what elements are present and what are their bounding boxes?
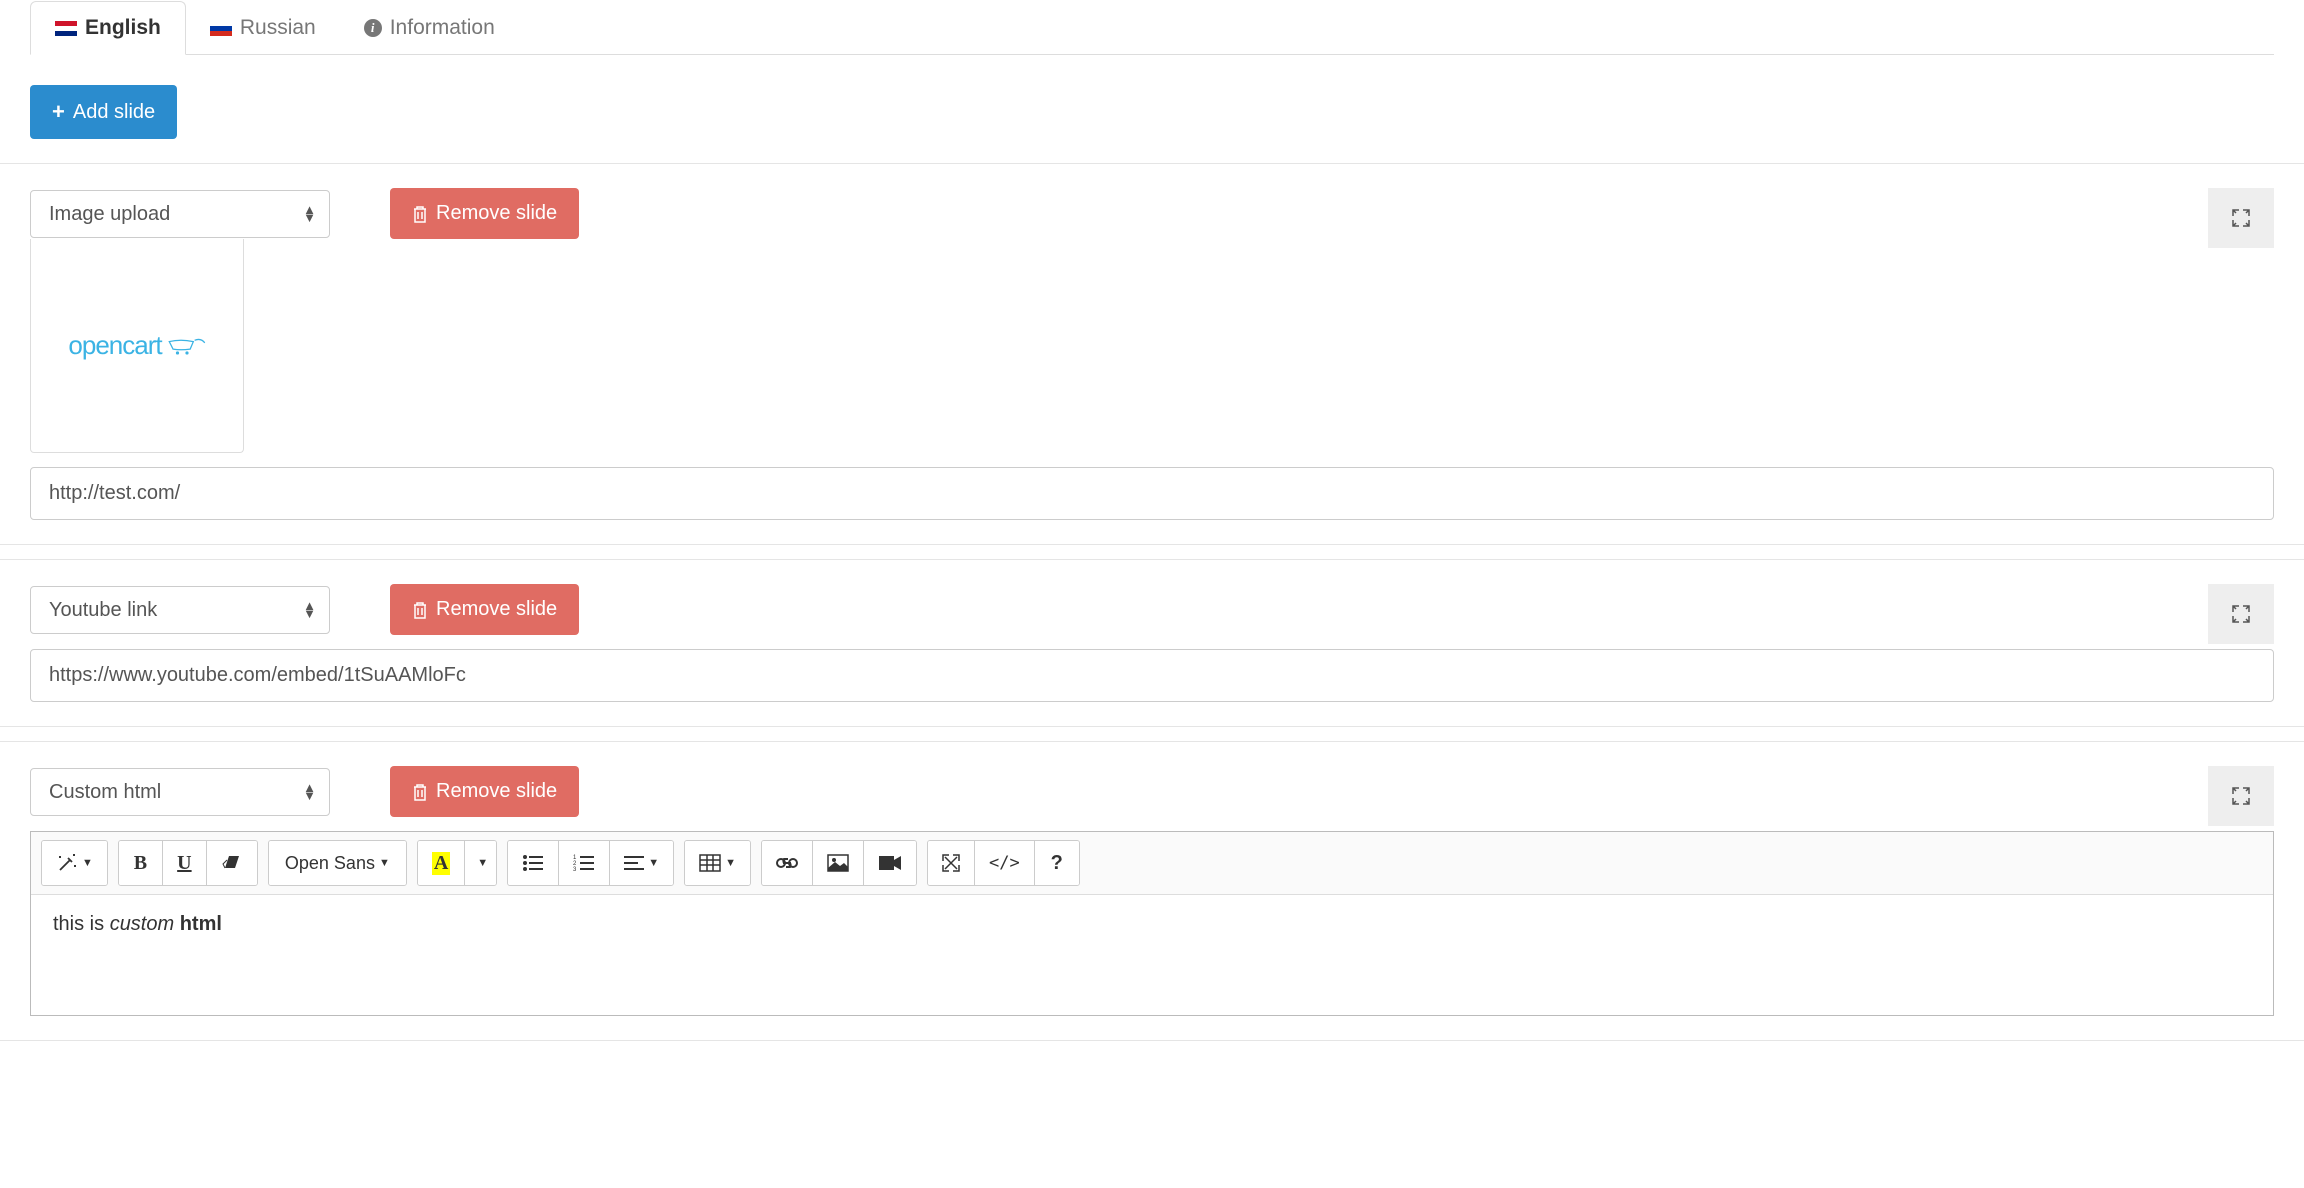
expand-slide-button[interactable] [2208,188,2274,248]
flag-ru-icon [210,21,232,36]
trash-icon [412,601,428,619]
slide-panel-3: Custom html ▲▼ Remove slide ▼ [0,741,2304,1041]
slide-panel-2: Youtube link ▲▼ Remove slide [0,559,2304,727]
slide-type-select-wrap: Custom html ▲▼ [30,768,330,816]
wand-icon [56,852,78,874]
tab-russian-label: Russian [240,16,316,40]
opencart-logo: opencart [68,330,205,361]
editor-forecolor-button[interactable]: A [418,841,465,885]
caret-down-icon: ▼ [725,857,736,869]
table-icon [699,854,721,872]
trash-icon [412,205,428,223]
video-icon [878,855,902,871]
editor-link-button[interactable] [762,841,813,885]
add-slide-button[interactable]: + Add slide [30,85,177,139]
editor-help-button[interactable]: ? [1035,841,1079,885]
trash-icon [412,783,428,801]
remove-slide-button[interactable]: Remove slide [390,584,579,635]
plus-icon: + [52,99,65,125]
editor-bold-button[interactable]: B [119,841,163,885]
editor-underline-button[interactable]: U [163,841,207,885]
arrows-alt-icon [942,854,960,872]
remove-slide-label: Remove slide [436,202,557,225]
info-icon: i [364,19,382,37]
expand-icon [2232,209,2250,227]
expand-icon [2232,605,2250,623]
list-ul-icon [522,854,544,872]
tab-information[interactable]: i Information [340,1,519,55]
editor-picture-button[interactable] [813,841,864,885]
caret-down-icon: ▼ [477,857,488,869]
expand-slide-button[interactable] [2208,766,2274,826]
editor-font-family-button[interactable]: Open Sans ▼ [269,841,406,885]
expand-slide-button[interactable] [2208,584,2274,644]
caret-down-icon: ▼ [648,857,659,869]
slide-type-select[interactable]: Image upload [30,190,330,238]
link-icon [776,856,798,870]
flag-en-icon [55,21,77,36]
picture-icon [827,854,849,872]
slide-type-select[interactable]: Custom html [30,768,330,816]
expand-icon [2232,787,2250,805]
remove-slide-label: Remove slide [436,780,557,803]
remove-slide-label: Remove slide [436,598,557,621]
editor-bold-text: html [180,913,222,935]
slide-type-select[interactable]: Youtube link [30,586,330,634]
svg-text:3: 3 [573,867,577,872]
tab-information-label: Information [390,16,495,40]
slide-type-select-wrap: Youtube link ▲▼ [30,586,330,634]
tab-english[interactable]: English [30,1,186,55]
language-tabs: English Russian i Information [30,0,2274,55]
add-slide-label: Add slide [73,101,155,124]
editor-ol-button[interactable]: 123 [559,841,610,885]
eraser-icon [221,854,243,872]
editor-codeview-button[interactable]: </> [975,841,1035,885]
caret-down-icon: ▼ [82,857,93,869]
editor-italic-text: custom [110,913,174,935]
editor-paragraph-button[interactable]: ▼ [610,841,673,885]
editor-forecolor-more-button[interactable]: ▼ [465,841,496,885]
align-icon [624,854,644,872]
html-editor: ▼ B U Open Sans ▼ [30,831,2274,1016]
youtube-url-input[interactable] [30,649,2274,702]
image-upload-thumbnail[interactable]: opencart [30,239,244,453]
list-ol-icon: 123 [573,854,595,872]
editor-table-button[interactable]: ▼ [685,841,750,885]
remove-slide-button[interactable]: Remove slide [390,766,579,817]
slide-panel-1: Image upload ▲▼ Remove slide opencart [0,163,2304,545]
editor-fullscreen-button[interactable] [928,841,975,885]
caret-down-icon: ▼ [379,857,390,869]
slide-url-input[interactable] [30,467,2274,520]
editor-video-button[interactable] [864,841,916,885]
slide-type-select-wrap: Image upload ▲▼ [30,190,330,238]
tab-english-label: English [85,16,161,40]
editor-eraser-button[interactable] [207,841,257,885]
editor-magic-button[interactable]: ▼ [42,841,107,885]
editor-ul-button[interactable] [508,841,559,885]
editor-content-area[interactable]: this is custom html [31,895,2273,1015]
editor-toolbar: ▼ B U Open Sans ▼ [31,832,2273,895]
tab-russian[interactable]: Russian [186,1,340,55]
remove-slide-button[interactable]: Remove slide [390,188,579,239]
